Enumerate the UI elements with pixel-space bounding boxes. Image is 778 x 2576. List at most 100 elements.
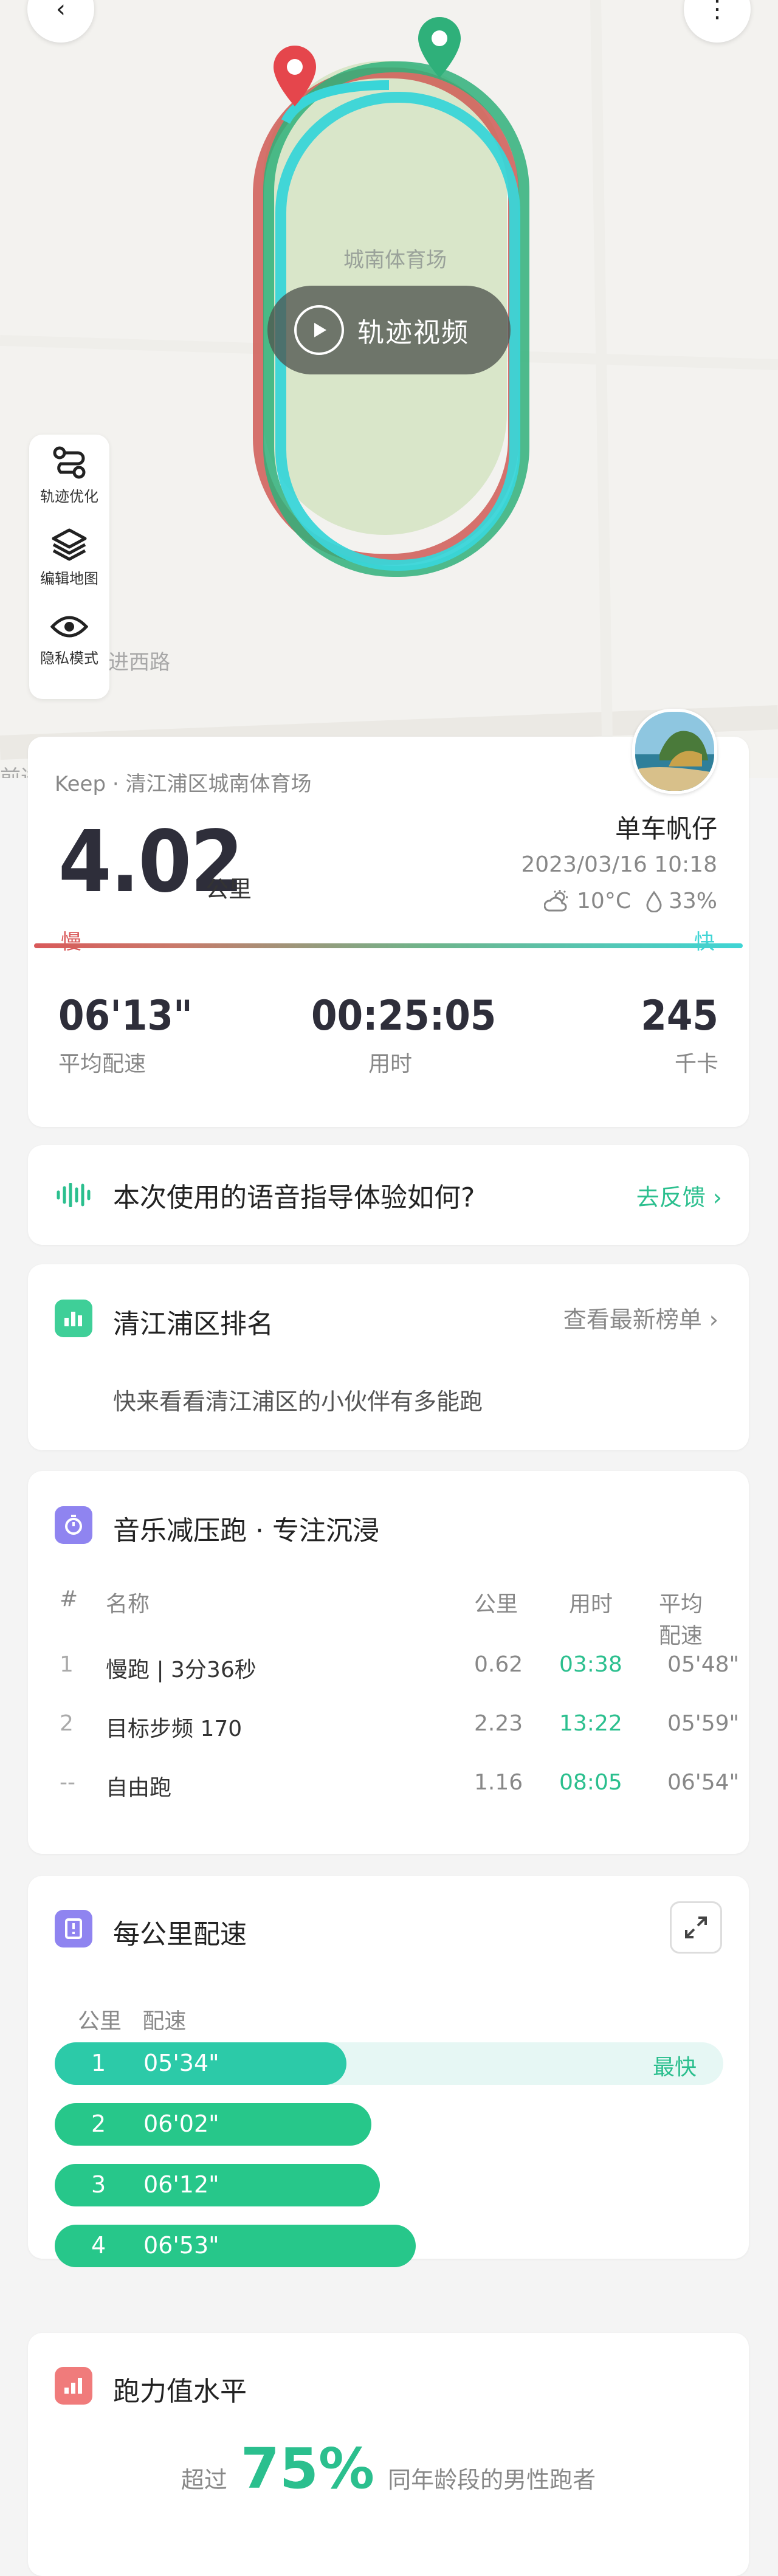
partly-cloudy-icon bbox=[544, 889, 568, 911]
row-index: -- bbox=[60, 1770, 75, 1795]
row-name: 自由跑 bbox=[106, 1775, 172, 1800]
row-index: 2 bbox=[60, 1711, 74, 1736]
table-row: 2 目标步频 170 2.23 13:22 05'59" bbox=[60, 1711, 739, 1748]
header-pace: 配速 bbox=[142, 2009, 187, 2034]
music-run-title: 音乐减压跑 · 专注沉浸 bbox=[113, 1515, 379, 1546]
ability-prefix: 超过 bbox=[181, 2467, 227, 2493]
km-number: 3 bbox=[91, 2171, 106, 2198]
road-label: 进西路 bbox=[108, 650, 170, 675]
distance-unit: 公里 bbox=[205, 876, 252, 903]
view-leaderboard-label: 查看最新榜单 bbox=[563, 1306, 702, 1333]
row-time: 08:05 bbox=[559, 1770, 622, 1795]
km-number: 2 bbox=[91, 2110, 106, 2137]
ability-summary: 超过 75% 同年龄段的男性跑者 bbox=[28, 2436, 749, 2501]
ability-suffix: 同年龄段的男性跑者 bbox=[388, 2467, 596, 2493]
district-ranking-card[interactable]: 清江浦区排名 查看最新榜单 › 快来看看清江浦区的小伙伴有多能跑 bbox=[28, 1264, 749, 1450]
table-row: -- 自由跑 1.16 08:05 06'54" bbox=[60, 1770, 739, 1806]
activity-datetime: 2023/03/16 10:18 bbox=[521, 852, 717, 877]
track-video-button[interactable]: 轨迹视频 bbox=[267, 286, 511, 374]
back-arrow-icon: ‹ bbox=[56, 0, 66, 23]
fast-label: 快 bbox=[694, 930, 715, 954]
bar-chart-icon bbox=[55, 2367, 92, 2405]
header-km: 公里 bbox=[474, 1592, 518, 1617]
ranking-title: 清江浦区排名 bbox=[113, 1309, 274, 1340]
per-km-header: 公里 配速 bbox=[78, 2003, 186, 2035]
header-name: 名称 bbox=[106, 1592, 150, 1617]
avatar[interactable] bbox=[632, 709, 717, 794]
per-km-pace-card: 每公里配速 公里 配速 1 05'34" 最快 2 06'02" 3 06'12" 4 06'5… bbox=[28, 1876, 749, 2267]
duration-value: 00:25:05 bbox=[311, 992, 497, 1040]
pace-ruler-icon bbox=[55, 1910, 92, 1947]
km-pace-row: 1 05'34" 最快 bbox=[55, 2042, 723, 2085]
per-km-title: 每公里配速 bbox=[113, 1919, 247, 1950]
edit-map-button[interactable]: 编辑地图 bbox=[29, 517, 109, 599]
view-leaderboard-link[interactable]: 查看最新榜单 › bbox=[563, 1301, 718, 1334]
row-name: 慢跑 | 3分36秒 bbox=[106, 1658, 256, 1682]
more-dots-icon: ⋮ bbox=[705, 0, 729, 23]
avg-pace-value: 06'13" bbox=[58, 992, 193, 1040]
sound-wave-icon bbox=[57, 1183, 91, 1207]
km-pace-row: 3 06'12" bbox=[55, 2164, 723, 2206]
chevron-right-icon: › bbox=[712, 1183, 722, 1211]
venue-label: 城南体育场 bbox=[343, 248, 447, 272]
row-name: 目标步频 170 bbox=[106, 1717, 243, 1741]
play-icon bbox=[294, 305, 344, 355]
row-pace: 05'59" bbox=[667, 1711, 740, 1736]
km-pace: 06'12" bbox=[143, 2171, 219, 2198]
route-map[interactable]: ‹ ⋮ 城南体育场 进西路 前进 轨迹视频 轨迹优化 编辑地图 隐私模式 bbox=[0, 0, 778, 778]
layers-icon bbox=[52, 528, 87, 561]
temperature: 10°C bbox=[577, 889, 631, 914]
row-pace: 05'48" bbox=[667, 1652, 740, 1677]
header-km: 公里 bbox=[78, 2009, 122, 2034]
voice-feedback-card[interactable]: 本次使用的语音指导体验如何? 去反馈 › bbox=[28, 1145, 749, 1245]
weather-info: 10°C 33% bbox=[544, 889, 717, 914]
eye-icon bbox=[50, 616, 88, 638]
row-time: 13:22 bbox=[559, 1711, 622, 1736]
header-time: 用时 bbox=[569, 1592, 613, 1617]
stopwatch-icon bbox=[55, 1506, 92, 1544]
fastest-badge: 最快 bbox=[652, 2055, 697, 2080]
duration-label: 用时 bbox=[368, 1052, 412, 1076]
map-tools-panel: 轨迹优化 编辑地图 隐私模式 bbox=[29, 435, 109, 699]
row-km: 1.16 bbox=[474, 1770, 523, 1795]
km-pace-bar bbox=[55, 2225, 416, 2267]
row-index: 1 bbox=[60, 1652, 74, 1677]
music-run-card: 音乐减压跑 · 专注沉浸 # 名称 公里 用时 平均配速 1 慢跑 | 3分36… bbox=[28, 1471, 749, 1854]
privacy-mode-button[interactable]: 隐私模式 bbox=[29, 599, 109, 681]
route-optimize-icon bbox=[53, 446, 86, 479]
avatar-landscape-image bbox=[635, 712, 714, 791]
running-ability-card: 跑力值水平 超过 75% 同年龄段的男性跑者 bbox=[28, 2333, 749, 2576]
activity-source: Keep · 清江浦区城南体育场 bbox=[55, 772, 312, 796]
tool-label: 编辑地图 bbox=[40, 570, 98, 587]
km-number: 1 bbox=[91, 2050, 106, 2076]
ability-percent: 75% bbox=[240, 2436, 375, 2501]
row-km: 0.62 bbox=[474, 1652, 523, 1677]
user-name[interactable]: 单车帆仔 bbox=[615, 808, 717, 845]
give-feedback-link[interactable]: 去反馈 › bbox=[636, 1179, 722, 1212]
chevron-right-icon: › bbox=[709, 1306, 718, 1333]
header-index: # bbox=[60, 1586, 78, 1611]
row-km: 2.23 bbox=[474, 1711, 523, 1736]
summary-card: Keep · 清江浦区城南体育场 4.02 公里 单车帆仔 2023/03/16… bbox=[28, 737, 749, 1127]
route-optimize-button[interactable]: 轨迹优化 bbox=[29, 435, 109, 517]
expand-icon bbox=[685, 1917, 707, 1938]
tool-label: 轨迹优化 bbox=[40, 488, 98, 505]
tool-label: 隐私模式 bbox=[40, 650, 98, 667]
ability-title: 跑力值水平 bbox=[113, 2376, 247, 2407]
calories-label: 千卡 bbox=[674, 1052, 718, 1076]
humidity-drop-icon bbox=[646, 890, 662, 912]
row-pace: 06'54" bbox=[667, 1770, 740, 1795]
km-number: 4 bbox=[91, 2232, 106, 2259]
avg-pace-label: 平均配速 bbox=[58, 1052, 146, 1076]
expand-button[interactable] bbox=[670, 1901, 722, 1954]
calories-stat: 245 千卡 bbox=[641, 992, 718, 1078]
km-pace-row: 4 06'53" bbox=[55, 2225, 723, 2267]
slow-label: 慢 bbox=[61, 930, 81, 954]
km-pace: 06'02" bbox=[143, 2110, 219, 2137]
pace-gradient-bar bbox=[34, 943, 743, 948]
feedback-question: 本次使用的语音指导体验如何? bbox=[113, 1182, 475, 1213]
table-row: 1 慢跑 | 3分36秒 0.62 03:38 05'48" bbox=[60, 1652, 739, 1689]
km-pace-row: 2 06'02" bbox=[55, 2103, 723, 2146]
km-pace: 05'34" bbox=[143, 2050, 219, 2076]
humidity: 33% bbox=[668, 889, 717, 914]
